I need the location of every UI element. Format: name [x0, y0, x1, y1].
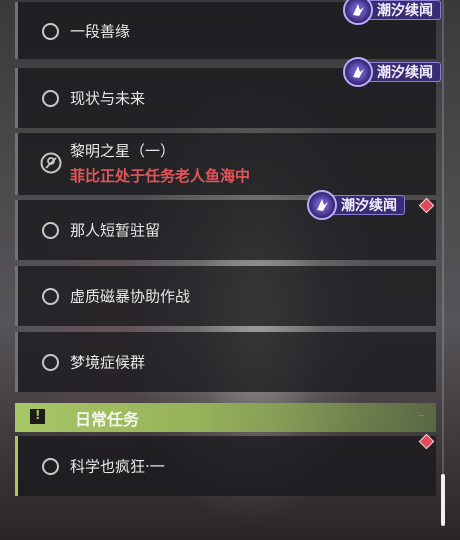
header-decoration: ··· [418, 413, 424, 420]
task-row-liming[interactable]: 黎明之星（一） 菲比正处于任务老人鱼海中 [15, 133, 436, 195]
quest-alert-icon: ! [30, 408, 45, 424]
task-label: 一段善缘 [70, 22, 131, 40]
locked-quest-icon [40, 152, 62, 178]
status-circle-icon [42, 288, 59, 305]
tide-emblem-icon [307, 190, 337, 220]
section-title: 日常任务 [75, 410, 140, 429]
task-label: 现状与未来 [70, 89, 146, 108]
tide-story-tag: 潮汐续闻 [307, 190, 405, 220]
task-row-mengjing[interactable]: 梦境症候群 [15, 332, 436, 392]
tag-label: 潮汐续闻 [377, 65, 433, 81]
task-status-text: 菲比正处于任务老人鱼海中 [70, 167, 251, 185]
tag-label: 潮汐续闻 [341, 198, 397, 214]
task-label: 科学也疯狂·一 [70, 457, 165, 476]
scrollbar-track[interactable] [442, 0, 444, 525]
tide-emblem-icon [343, 57, 373, 87]
tide-story-tag: 潮汐续闻 [343, 57, 441, 87]
status-circle-icon [42, 458, 59, 475]
task-row-xuzhi[interactable]: 虚质磁暴协助作战 [15, 266, 436, 326]
daily-quests-header[interactable]: ! 日常任务 ··· [15, 403, 436, 432]
task-label: 虚质磁暴协助作战 [70, 287, 191, 306]
status-circle-icon [42, 354, 59, 371]
task-label: 梦境症候群 [70, 353, 146, 372]
tide-story-tag: 潮汐续闻 [343, 0, 441, 25]
status-circle-icon [42, 90, 59, 107]
task-label: 那人短暂驻留 [70, 221, 161, 240]
task-label: 黎明之星（一） [70, 142, 176, 160]
tag-label: 潮汐续闻 [377, 3, 433, 19]
task-row-kexue[interactable]: 科学也疯狂·一 [15, 436, 436, 496]
scrollbar-thumb[interactable] [441, 474, 445, 526]
status-circle-icon [42, 222, 59, 239]
status-circle-icon [42, 22, 59, 40]
